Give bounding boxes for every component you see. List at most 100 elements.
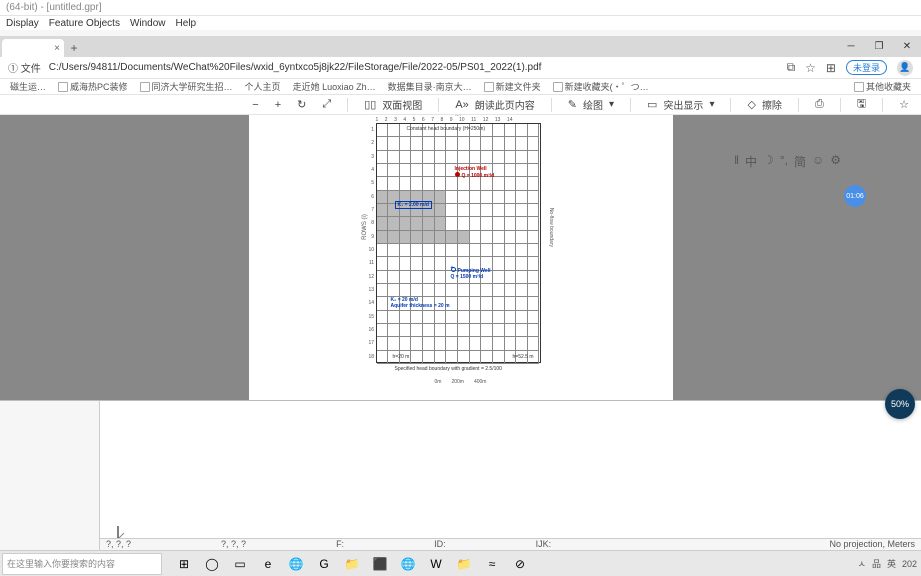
two-page-icon: ▯▯ bbox=[364, 98, 376, 111]
gms-project-panel[interactable] bbox=[0, 401, 100, 550]
taskbar-app-icon[interactable]: 📁 bbox=[342, 554, 362, 574]
gms-titlebar: (64-bit) - [untitled.gpr] bbox=[0, 0, 921, 16]
taskbar-app-icon[interactable]: ⊘ bbox=[510, 554, 530, 574]
bookmark-item[interactable]: 其他收藏夹 bbox=[854, 80, 911, 93]
reading-view-icon[interactable]: ⧉ bbox=[787, 60, 796, 75]
k1-label: K₁ = 2.00 m/d bbox=[395, 202, 432, 208]
k2-label: K₂ = 20 m/d Aquifer thickness = 20 m bbox=[391, 297, 450, 309]
ime-lang-button[interactable]: 中 bbox=[745, 153, 757, 170]
bookmark-item[interactable]: 新建收藏夹(・゜つ… bbox=[553, 80, 649, 93]
top-boundary-label: Constant head boundary (H=250m) bbox=[407, 126, 486, 132]
folder-icon bbox=[854, 82, 864, 92]
pencil-icon: ✎ bbox=[568, 98, 577, 111]
tray-item[interactable]: 品 bbox=[872, 557, 881, 570]
tray-date[interactable]: 202 bbox=[902, 559, 917, 569]
close-button[interactable]: ✕ bbox=[893, 37, 921, 55]
taskbar-app-icon[interactable]: ◯ bbox=[202, 554, 222, 574]
pdf-viewport[interactable]: COLUMNS (j) 1234567891011121314 12345678… bbox=[0, 115, 921, 400]
minimize-button[interactable]: ─ bbox=[837, 37, 865, 55]
bookmark-item[interactable]: 新建文件夹 bbox=[484, 80, 541, 93]
print-icon: ⎙ bbox=[815, 98, 824, 111]
address-input[interactable]: C:/Users/94811/Documents/WeChat%20Files/… bbox=[49, 62, 779, 73]
coord-f: F: bbox=[336, 539, 344, 550]
gms-menu-display[interactable]: Display bbox=[6, 18, 39, 29]
separator bbox=[630, 98, 631, 112]
zoom-out-button[interactable]: − bbox=[252, 99, 258, 111]
taskbar-search-input[interactable]: 在这里输入你要搜索的内容 bbox=[2, 553, 162, 575]
new-tab-button[interactable]: + bbox=[64, 39, 84, 57]
coord-z: ?, ?, ? bbox=[221, 539, 246, 550]
collections-icon[interactable]: ⊞ bbox=[826, 61, 836, 75]
login-pill[interactable]: 未登录 bbox=[846, 60, 887, 75]
chevron-down-icon: ▾ bbox=[709, 99, 714, 110]
taskbar-app-icon[interactable]: e bbox=[258, 554, 278, 574]
rotate-button[interactable]: ↻ bbox=[297, 98, 306, 111]
bookmark-item[interactable]: 数据集目录·南京大… bbox=[388, 80, 472, 93]
figure: COLUMNS (j) 1234567891011121314 12345678… bbox=[361, 117, 561, 385]
search-placeholder: 在这里输入你要搜索的内容 bbox=[7, 557, 115, 570]
separator bbox=[551, 98, 552, 112]
bookmark-item[interactable]: 磁生运… bbox=[10, 80, 46, 93]
taskbar-app-icon[interactable]: ≈ bbox=[482, 554, 502, 574]
bookmark-item[interactable]: 个人主页 bbox=[245, 80, 281, 93]
taskbar-app-icon[interactable]: 🌐 bbox=[398, 554, 418, 574]
browser-tab-active[interactable]: × bbox=[2, 39, 64, 57]
ime-emoji-icon[interactable]: ☺ bbox=[812, 153, 824, 170]
ime-widget: ‖ 中 ☽ °, 简 ☺ ⚙ bbox=[734, 153, 841, 170]
tray-ime[interactable]: 英 bbox=[887, 557, 896, 570]
injection-well-icon bbox=[455, 172, 460, 177]
tab-close-icon[interactable]: × bbox=[54, 43, 60, 54]
bottom-boundary-label: Specified head boundary with gradient = … bbox=[395, 366, 502, 372]
address-scheme-label: ① 文件 bbox=[8, 60, 41, 75]
zoom-badge[interactable]: 50% bbox=[885, 389, 915, 419]
taskbar-app-icon[interactable]: ⊞ bbox=[174, 554, 194, 574]
taskbar-app-icon[interactable]: ⬛ bbox=[370, 554, 390, 574]
print-button[interactable]: ⎙ bbox=[815, 98, 824, 111]
separator bbox=[347, 98, 348, 112]
ime-moon-icon[interactable]: ☽ bbox=[763, 153, 774, 170]
gms-menu-feature-objects[interactable]: Feature Objects bbox=[49, 18, 120, 29]
system-tray: ㅅ 品 英 202 bbox=[858, 557, 921, 570]
highlight-button[interactable]: ▭突出显示▾ bbox=[647, 97, 714, 112]
folder-icon bbox=[484, 82, 494, 92]
maximize-button[interactable]: ❐ bbox=[865, 37, 893, 55]
coord-ijk: IJK: bbox=[536, 539, 552, 550]
gms-workspace: 50% ?, ?, ? ?, ?, ? F: ID: IJK: No proje… bbox=[0, 400, 921, 550]
ime-pause-icon[interactable]: ‖ bbox=[734, 153, 739, 170]
star-button[interactable]: ☆ bbox=[899, 98, 909, 111]
taskbar-app-icon[interactable]: 📁 bbox=[454, 554, 474, 574]
tray-chevron-up-icon[interactable]: ㅅ bbox=[858, 557, 866, 570]
injection-well-label: Injection Well Q = 1000 m³/d bbox=[455, 166, 495, 179]
ime-gear-icon[interactable]: ⚙ bbox=[830, 153, 841, 170]
draw-button[interactable]: ✎绘图▾ bbox=[568, 97, 614, 112]
ime-punct-button[interactable]: °, bbox=[780, 153, 788, 170]
taskbar-app-icon[interactable]: ▭ bbox=[230, 554, 250, 574]
gms-menu-help[interactable]: Help bbox=[176, 18, 197, 29]
bookmark-item[interactable]: 威海热PC装修 bbox=[58, 80, 128, 93]
erase-button[interactable]: ◇擦除 bbox=[747, 97, 781, 112]
bookmark-item[interactable]: 同济大学研究生招… bbox=[140, 80, 233, 93]
recording-timer[interactable]: 01:06 bbox=[844, 185, 866, 207]
coord-xy: ?, ?, ? bbox=[106, 539, 131, 550]
taskbar-app-icon[interactable]: G bbox=[314, 554, 334, 574]
separator bbox=[798, 98, 799, 112]
ime-simp-button[interactable]: 简 bbox=[794, 153, 806, 170]
bookmark-item[interactable]: 走近她 Luoxiao Zh… bbox=[293, 80, 376, 93]
favorites-icon[interactable]: ☆ bbox=[805, 61, 816, 75]
h-left-label: h=20 m bbox=[393, 354, 410, 360]
zoom-in-button[interactable]: + bbox=[275, 99, 281, 111]
taskbar-pinned-apps: ⊞ ◯ ▭ e 🌐 G 📁 ⬛ 🌐 W 📁 ≈ ⊘ bbox=[174, 554, 530, 574]
fit-button[interactable]: ⤢ bbox=[322, 98, 331, 111]
pdf-page: COLUMNS (j) 1234567891011121314 12345678… bbox=[249, 115, 673, 400]
read-aloud-button[interactable]: A»朗读此页内容 bbox=[455, 97, 534, 112]
avatar-icon[interactable]: 👤 bbox=[897, 60, 913, 76]
taskbar-app-icon[interactable]: W bbox=[426, 554, 446, 574]
page-view-button[interactable]: ▯▯双面视图 bbox=[364, 97, 422, 112]
taskbar-app-icon[interactable]: 🌐 bbox=[286, 554, 306, 574]
pumping-well-label: Pumping Well Q = 1500 m³/d bbox=[451, 267, 491, 280]
status-bar: ?, ?, ? ?, ?, ? F: ID: IJK: No projectio… bbox=[100, 538, 921, 550]
save-button[interactable]: 🖫 bbox=[857, 95, 866, 114]
separator bbox=[438, 98, 439, 112]
gms-menu-window[interactable]: Window bbox=[130, 18, 166, 29]
gms-canvas[interactable]: 50% ?, ?, ? ?, ?, ? F: ID: IJK: No proje… bbox=[100, 401, 921, 550]
